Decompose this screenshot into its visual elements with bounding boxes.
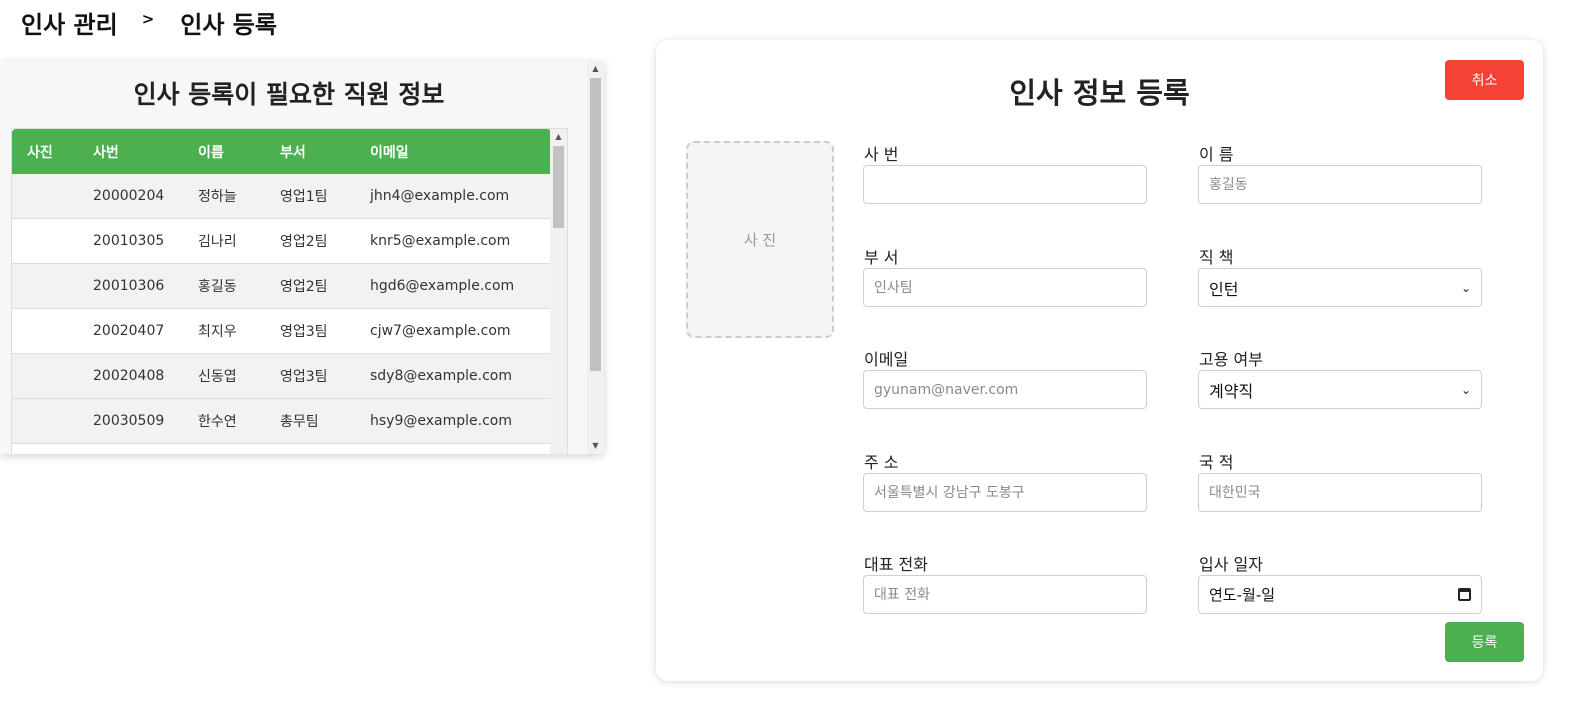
column-header-dept: 부서 bbox=[280, 144, 306, 161]
cell-email: hsy9@example.com bbox=[370, 413, 512, 429]
table-header: 사진 사번 이름 부서 이메일 bbox=[12, 129, 551, 174]
cell-dept: 영업3팀 bbox=[280, 369, 328, 385]
dept-input[interactable] bbox=[863, 268, 1147, 307]
breadcrumb: 인사 관리 > 인사 등록 bbox=[21, 4, 277, 40]
panel-scrollbar[interactable]: ▲ ▼ bbox=[587, 61, 604, 454]
cell-name: 신동엽 bbox=[198, 369, 237, 385]
table-row[interactable]: 20030509 한수연 총무팀 hsy9@example.com bbox=[12, 399, 551, 444]
nationality-label: 국 적 bbox=[1199, 453, 1234, 472]
name-input[interactable] bbox=[1198, 165, 1482, 204]
scroll-up-arrow-icon[interactable]: ▲ bbox=[550, 131, 567, 143]
hire-date-label: 입사 일자 bbox=[1199, 555, 1263, 574]
scroll-up-arrow-icon[interactable]: ▲ bbox=[587, 63, 604, 75]
table-scrollbar-thumb[interactable] bbox=[553, 146, 564, 228]
cell-dept: 영업2팀 bbox=[280, 279, 328, 295]
cell-dept: 영업2팀 bbox=[280, 234, 328, 250]
cell-emp-id: 20000204 bbox=[93, 188, 165, 204]
cell-email: cjw7@example.com bbox=[370, 323, 511, 339]
pending-employee-panel: 인사 등록이 필요한 직원 정보 사진 사번 이름 부서 이메일 2000020… bbox=[0, 61, 604, 454]
cell-dept: 영업3팀 bbox=[280, 324, 328, 340]
column-header-photo: 사진 bbox=[27, 144, 53, 161]
hire-date-display: 연도-월-일 bbox=[1209, 586, 1276, 604]
employment-select[interactable]: 계약직 ⌄ bbox=[1198, 370, 1482, 409]
position-label: 직 책 bbox=[1199, 248, 1234, 267]
phone-label: 대표 전화 bbox=[864, 555, 928, 574]
cell-email: jhn4@example.com bbox=[370, 188, 510, 204]
scroll-down-arrow-icon[interactable]: ▼ bbox=[587, 440, 604, 452]
email-input[interactable] bbox=[863, 370, 1147, 409]
cell-email: sdy8@example.com bbox=[370, 368, 512, 384]
cell-name: 김나리 bbox=[198, 234, 237, 250]
cell-emp-id: 20010305 bbox=[93, 233, 165, 249]
employment-label: 고용 여부 bbox=[1199, 350, 1263, 369]
cell-name: 한수연 bbox=[198, 414, 237, 430]
table-row[interactable]: 20000204 정하늘 영업1팀 jhn4@example.com bbox=[12, 174, 551, 219]
table-scrollbar[interactable]: ▲ bbox=[550, 129, 567, 454]
table-row[interactable]: 20010305 김나리 영업2팀 knr5@example.com bbox=[12, 219, 551, 264]
calendar-icon[interactable] bbox=[1458, 588, 1471, 601]
cell-emp-id: 20030509 bbox=[93, 413, 165, 429]
breadcrumb-parent[interactable]: 인사 관리 bbox=[21, 5, 118, 40]
panel-scrollbar-thumb[interactable] bbox=[590, 78, 601, 371]
column-header-name: 이름 bbox=[198, 144, 224, 161]
employment-selected-value: 계약직 bbox=[1209, 381, 1254, 401]
email-label: 이메일 bbox=[864, 350, 909, 369]
dept-label: 부 서 bbox=[864, 248, 899, 267]
cell-emp-id: 20020408 bbox=[93, 368, 165, 384]
emp-id-label: 사 번 bbox=[864, 145, 899, 164]
cell-name: 최지우 bbox=[198, 324, 237, 340]
chevron-down-icon: ⌄ bbox=[1460, 280, 1471, 295]
cell-name: 정하늘 bbox=[198, 189, 237, 205]
position-select[interactable]: 인턴 ⌄ bbox=[1198, 268, 1482, 307]
employee-table: 사진 사번 이름 부서 이메일 20000204 정하늘 영업1팀 jhn4@e… bbox=[11, 128, 568, 454]
emp-id-input[interactable] bbox=[863, 165, 1147, 204]
cell-dept: 총무팀 bbox=[280, 414, 319, 430]
panel-title: 인사 등록이 필요한 직원 정보 bbox=[133, 80, 445, 109]
column-header-email: 이메일 bbox=[370, 144, 409, 161]
table-row[interactable]: 20020407 최지우 영업3팀 cjw7@example.com bbox=[12, 309, 551, 354]
breadcrumb-current: 인사 등록 bbox=[180, 10, 277, 39]
form-title: 인사 정보 등록 bbox=[1009, 76, 1190, 110]
column-header-emp-id: 사번 bbox=[93, 144, 119, 161]
cell-name: 홍길동 bbox=[198, 279, 237, 295]
address-input[interactable] bbox=[863, 473, 1147, 512]
phone-input[interactable] bbox=[863, 575, 1147, 614]
chevron-down-icon: ⌄ bbox=[1460, 382, 1471, 397]
hr-registration-form: 인사 정보 등록 취소 사 진 사 번 이 름 부 서 직 책 인턴 ⌄ 이메일… bbox=[656, 40, 1543, 681]
cell-emp-id: 20010306 bbox=[93, 278, 165, 294]
breadcrumb-separator-icon: > bbox=[141, 10, 155, 28]
cell-dept: 영업1팀 bbox=[280, 189, 328, 205]
cell-emp-id: 20020407 bbox=[93, 323, 165, 339]
submit-button[interactable]: 등록 bbox=[1445, 622, 1524, 662]
cell-email: hgd6@example.com bbox=[370, 278, 515, 294]
photo-upload-box[interactable]: 사 진 bbox=[686, 141, 834, 338]
table-row[interactable]: 20020408 신동엽 영업3팀 sdy8@example.com bbox=[12, 354, 551, 399]
position-selected-value: 인턴 bbox=[1209, 279, 1239, 299]
name-label: 이 름 bbox=[1199, 145, 1234, 164]
nationality-input[interactable] bbox=[1198, 473, 1482, 512]
hire-date-input[interactable]: 연도-월-일 bbox=[1198, 575, 1482, 614]
cell-email: knr5@example.com bbox=[370, 233, 511, 249]
cancel-button[interactable]: 취소 bbox=[1445, 60, 1524, 100]
address-label: 주 소 bbox=[864, 453, 899, 472]
table-row[interactable]: 20010306 홍길동 영업2팀 hgd6@example.com bbox=[12, 264, 551, 309]
